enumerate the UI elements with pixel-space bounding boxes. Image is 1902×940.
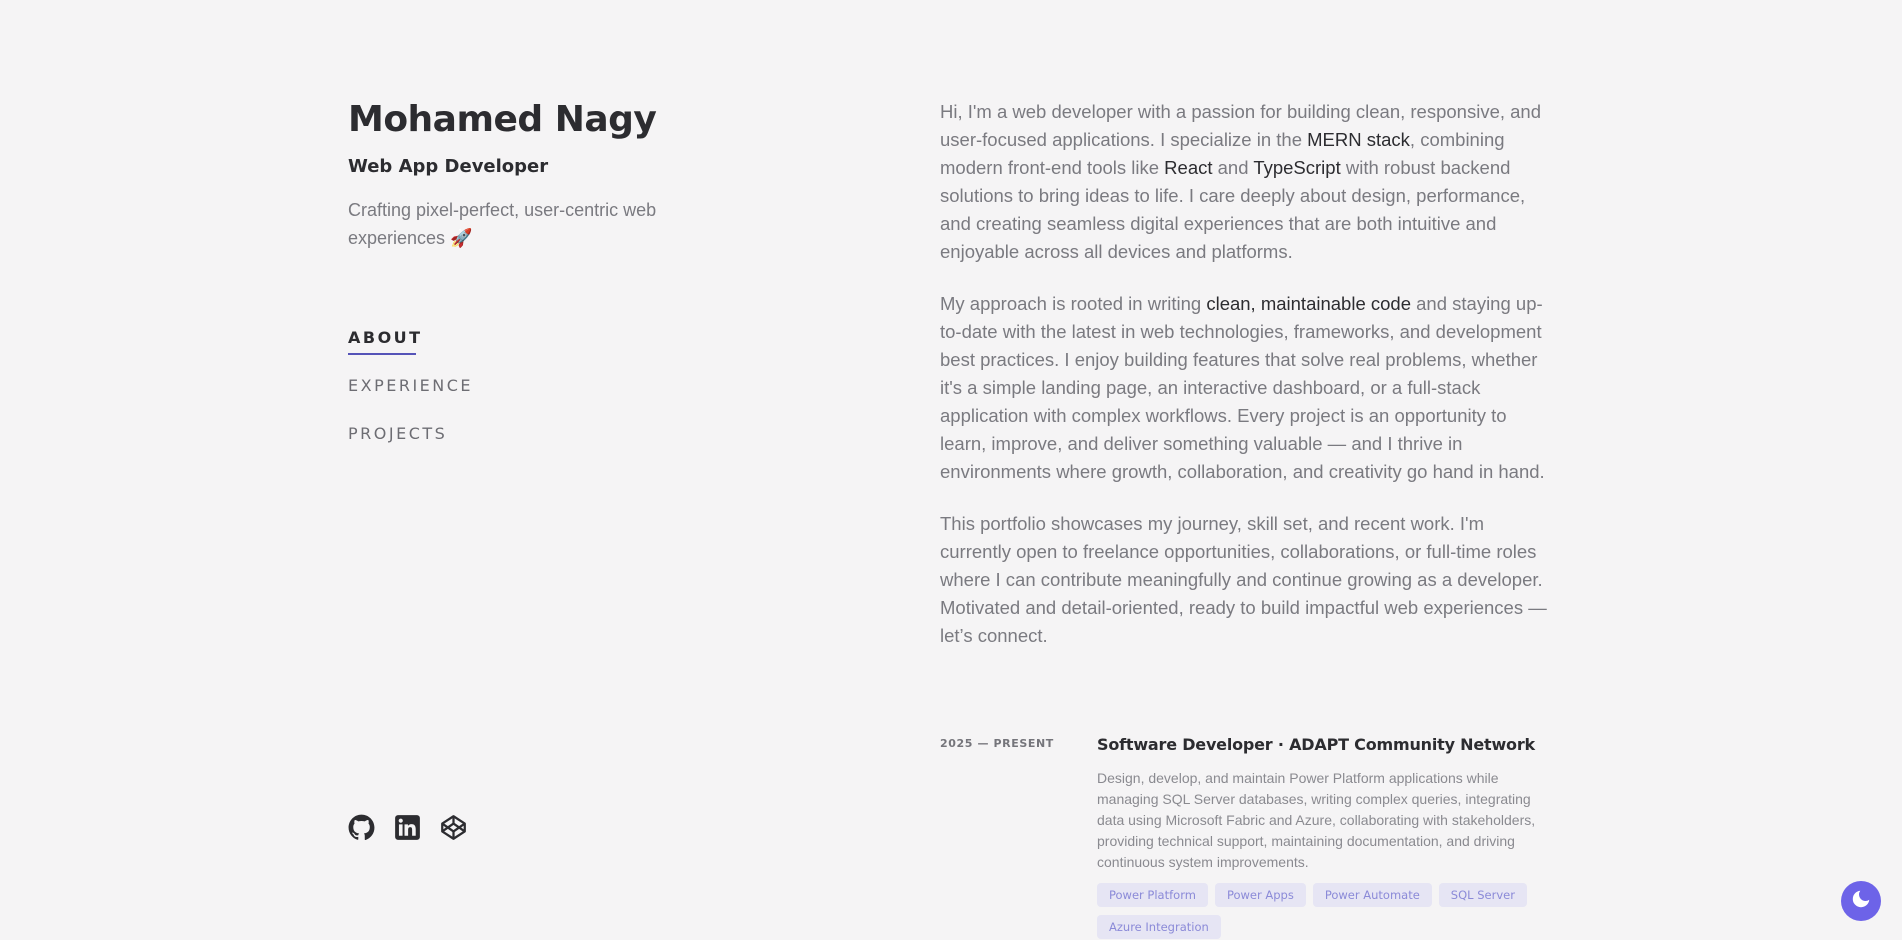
- nav-item-label: PROJECTS: [348, 424, 448, 443]
- experience-title: Software Developer · ADAPT Community Net…: [1097, 735, 1535, 754]
- nav-item-experience[interactable]: EXPERIENCE: [348, 372, 473, 420]
- nav-item-label: ABOUT: [348, 328, 423, 347]
- about-highlight: React: [1164, 157, 1213, 178]
- about-section: Hi, I'm a web developer with a passion f…: [940, 98, 1552, 674]
- linkedin-icon[interactable]: [394, 814, 421, 841]
- profile-tagline: Crafting pixel-perfect, user-centric web…: [348, 200, 657, 248]
- profile-role: Web App Developer: [348, 156, 549, 177]
- codepen-icon[interactable]: [440, 814, 467, 841]
- about-text: My approach is rooted in writing: [940, 293, 1207, 314]
- about-paragraph-1: Hi, I'm a web developer with a passion f…: [940, 98, 1552, 266]
- experience-tags: Power Platform Power Apps Power Automate…: [1097, 883, 1553, 939]
- about-paragraph-2: My approach is rooted in writing clean, …: [940, 290, 1552, 486]
- nav-item-label: EXPERIENCE: [348, 376, 474, 395]
- tech-tag: Power Apps: [1214, 883, 1306, 907]
- tech-tag: Power Platform: [1097, 883, 1208, 907]
- profile-name: Mohamed Nagy: [348, 99, 657, 140]
- profile-header: Mohamed Nagy Web App Developer Crafting …: [348, 92, 768, 252]
- about-highlight: TypeScript: [1253, 157, 1341, 178]
- experience-description: Design, develop, and maintain Power Plat…: [1097, 770, 1536, 870]
- experience-date: 2025 — PRESENT: [940, 737, 1054, 750]
- nav-item-about[interactable]: ABOUT: [348, 324, 473, 372]
- about-paragraph-3: This portfolio showcases my journey, ski…: [940, 513, 1547, 646]
- experience-body: Software Developer · ADAPT Community Net…: [1097, 734, 1553, 939]
- about-text: and: [1212, 157, 1254, 178]
- about-highlight: MERN stack: [1307, 129, 1410, 150]
- section-nav: ABOUT EXPERIENCE PROJECTS: [348, 324, 473, 468]
- tech-tag: Azure Integration: [1097, 915, 1221, 939]
- tech-tag: SQL Server: [1438, 883, 1527, 907]
- tech-tag: Power Automate: [1312, 883, 1432, 907]
- about-highlight: clean, maintainable code: [1206, 293, 1411, 314]
- about-text: and staying up-to-date with the latest i…: [940, 293, 1545, 482]
- theme-toggle-button[interactable]: [1841, 881, 1881, 921]
- nav-active-indicator: [348, 353, 416, 355]
- social-links: [348, 814, 467, 841]
- github-icon[interactable]: [348, 814, 375, 841]
- nav-item-projects[interactable]: PROJECTS: [348, 420, 473, 468]
- moon-icon: [1850, 888, 1872, 915]
